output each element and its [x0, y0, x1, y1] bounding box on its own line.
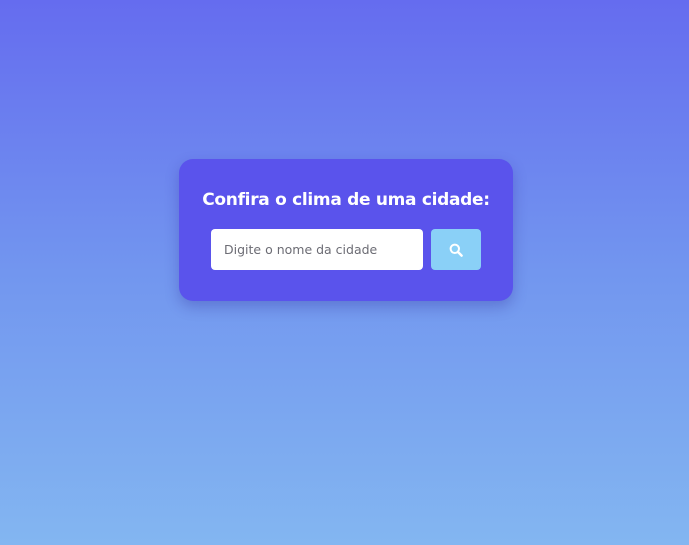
weather-search-card: Confira o clima de uma cidade: — [179, 159, 513, 301]
card-title: Confira o clima de uma cidade: — [202, 190, 490, 210]
search-icon — [449, 243, 463, 257]
search-button[interactable] — [431, 229, 481, 270]
city-search-input[interactable] — [211, 229, 423, 270]
